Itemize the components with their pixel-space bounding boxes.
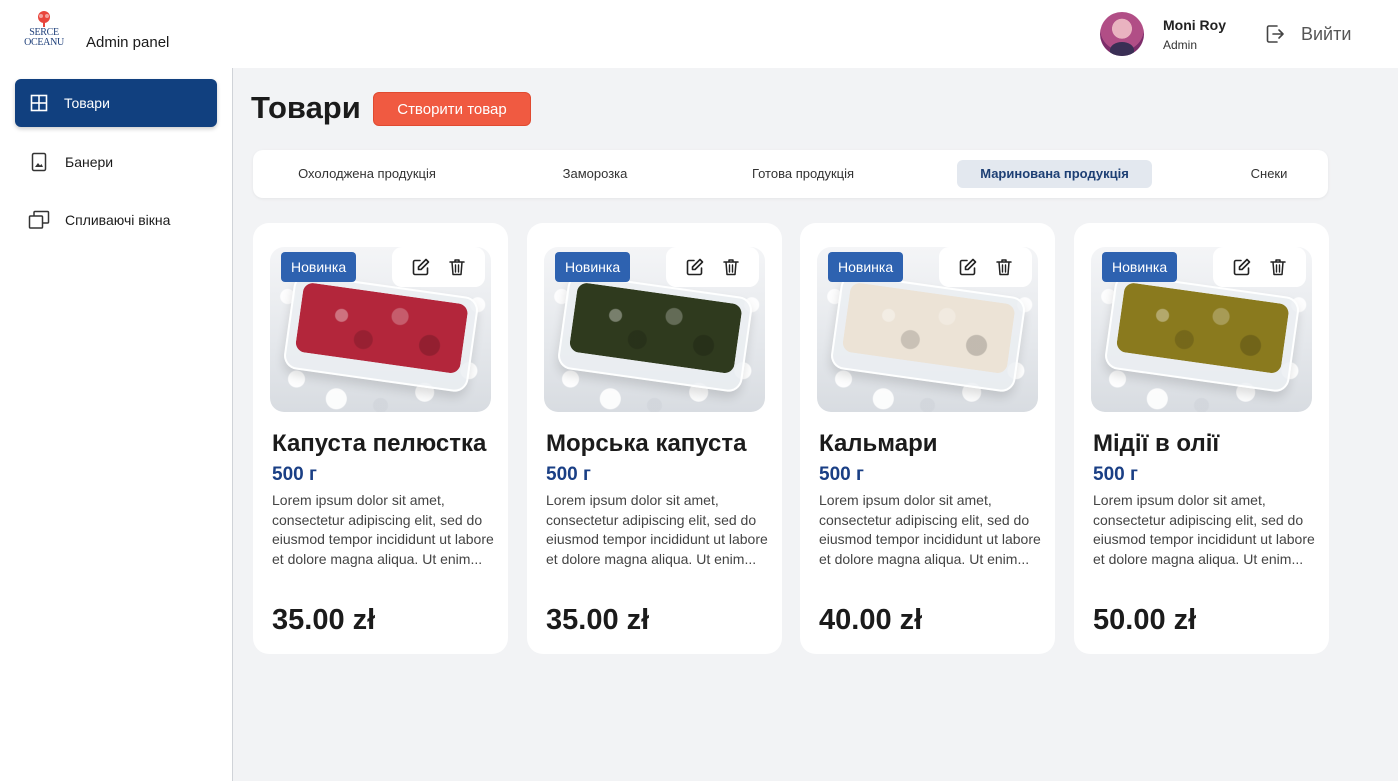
product-card[interactable]: Новинка Капуста пелюстка 500 г Lorem ips… — [253, 223, 508, 654]
edit-icon[interactable] — [685, 257, 705, 277]
panel-title: Admin panel — [86, 34, 170, 51]
new-badge: Новинка — [828, 252, 904, 282]
product-price: 35.00 zł — [546, 604, 650, 636]
page-title: Товари — [251, 90, 361, 125]
windows-icon — [28, 210, 50, 229]
product-name[interactable]: Мідії в олії — [1093, 430, 1323, 458]
product-name[interactable]: Капуста пелюстка — [272, 430, 502, 458]
brand-logo[interactable]: SERCE OCEANU — [18, 10, 70, 52]
new-badge: Новинка — [1102, 252, 1178, 282]
product-price: 50.00 zł — [1093, 604, 1197, 636]
product-description: Lorem ipsum dolor sit amet, consectetur … — [272, 492, 494, 567]
product-name[interactable]: Морська капуста — [546, 430, 776, 458]
food-contents — [294, 281, 469, 375]
product-weight: 500 г — [1093, 464, 1138, 485]
logout-icon[interactable] — [1264, 23, 1286, 45]
card-actions — [1213, 247, 1306, 287]
product-name[interactable]: Кальмари — [819, 430, 1049, 458]
logo-text: SERCE OCEANU — [18, 28, 70, 48]
product-weight: 500 г — [272, 464, 317, 485]
food-contents — [841, 281, 1016, 375]
product-card[interactable]: Новинка Морська капуста 500 г Lorem ipsu… — [527, 223, 782, 654]
new-badge: Новинка — [555, 252, 631, 282]
tab-frozen[interactable]: Заморозка — [529, 160, 661, 188]
logo-line-2: OCEANU — [24, 37, 64, 48]
grid-icon — [30, 94, 48, 112]
card-actions — [666, 247, 759, 287]
trash-icon[interactable] — [721, 257, 741, 277]
sidebar-item-products[interactable]: Товари — [15, 79, 217, 127]
edit-icon[interactable] — [1232, 257, 1252, 277]
create-product-button[interactable]: Створити товар — [373, 92, 531, 126]
product-price: 35.00 zł — [272, 604, 376, 636]
product-price: 40.00 zł — [819, 604, 923, 636]
trash-icon[interactable] — [1268, 257, 1288, 277]
food-contents — [568, 281, 743, 375]
product-weight: 500 г — [819, 464, 864, 485]
new-badge: Новинка — [281, 252, 357, 282]
card-actions — [392, 247, 485, 287]
product-weight: 500 г — [546, 464, 591, 485]
image-frame-icon — [31, 152, 47, 172]
trash-icon[interactable] — [447, 257, 467, 277]
sidebar-item-label: Банери — [65, 154, 114, 170]
product-description: Lorem ipsum dolor sit amet, consectetur … — [819, 492, 1041, 567]
user-role: Admin — [1163, 38, 1198, 52]
tab-marinated[interactable]: Маринована продукція — [957, 160, 1152, 188]
category-tabs: Охолоджена продукція Заморозка Готова пр… — [253, 150, 1328, 198]
tab-snacks[interactable]: Снеки — [1228, 160, 1310, 188]
product-card[interactable]: Новинка Мідії в олії 500 г Lorem ipsum d… — [1074, 223, 1329, 654]
card-actions — [939, 247, 1032, 287]
product-card[interactable]: Новинка Кальмари 500 г Lorem ipsum dolor… — [800, 223, 1055, 654]
sidebar-item-label: Товари — [64, 95, 110, 111]
sidebar-item-popups[interactable]: Спливаючі вікна — [15, 196, 217, 244]
food-contents — [1115, 281, 1290, 375]
logout-button[interactable]: Вийти — [1301, 24, 1351, 45]
avatar[interactable] — [1100, 12, 1144, 56]
product-description: Lorem ipsum dolor sit amet, consectetur … — [1093, 492, 1315, 567]
edit-icon[interactable] — [411, 257, 431, 277]
top-header: SERCE OCEANU Admin panel Moni Roy Admin … — [0, 0, 1398, 68]
sidebar-item-label: Спливаючі вікна — [65, 212, 171, 228]
sidebar: Товари Банери Спливаючі вікна — [0, 68, 233, 781]
product-description: Lorem ipsum dolor sit amet, consectetur … — [546, 492, 768, 567]
trash-icon[interactable] — [994, 257, 1014, 277]
user-name: Moni Roy — [1163, 17, 1226, 33]
tab-ready[interactable]: Готова продукція — [723, 160, 883, 188]
edit-icon[interactable] — [958, 257, 978, 277]
tab-chilled[interactable]: Охолоджена продукція — [276, 160, 458, 188]
sidebar-item-banners[interactable]: Банери — [15, 138, 217, 186]
coral-logo-icon — [38, 11, 50, 27]
